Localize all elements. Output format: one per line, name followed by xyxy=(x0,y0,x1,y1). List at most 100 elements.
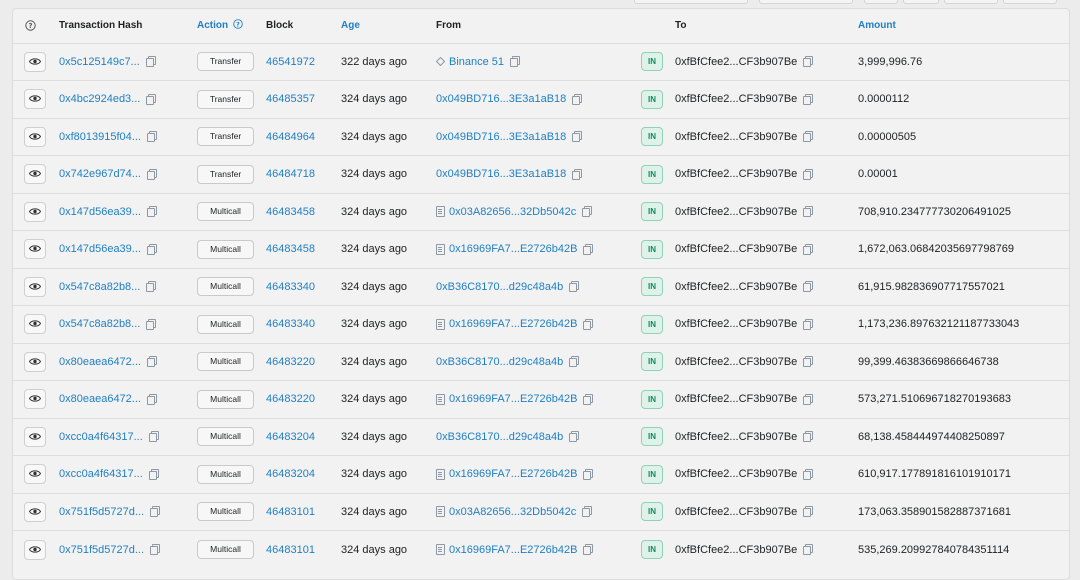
copy-icon[interactable] xyxy=(583,544,594,556)
question-circle-icon[interactable]: ? xyxy=(233,19,243,32)
copy-icon[interactable] xyxy=(148,468,159,480)
copy-icon[interactable] xyxy=(803,506,814,518)
to-address[interactable]: 0xfBfCfee2...CF3b907Be xyxy=(675,281,797,293)
block-link[interactable]: 46483204 xyxy=(266,468,315,480)
eye-icon[interactable] xyxy=(24,464,46,485)
copy-icon[interactable] xyxy=(582,206,593,218)
transaction-hash-link[interactable]: 0x751f5d5727d... xyxy=(59,506,144,518)
transaction-hash-link[interactable]: 0x147d56ea39... xyxy=(59,206,141,218)
transaction-hash-link[interactable]: 0xcc0a4f64317... xyxy=(59,431,143,443)
from-address-link[interactable]: 0x16969FA7...E2726b42B xyxy=(449,468,577,480)
copy-icon[interactable] xyxy=(150,544,161,556)
copy-icon[interactable] xyxy=(803,93,814,105)
to-address[interactable]: 0xfBfCfee2...CF3b907Be xyxy=(675,168,797,180)
from-address-link[interactable]: 0x03A82656...32Db5042c xyxy=(449,506,576,518)
copy-icon[interactable] xyxy=(146,93,157,105)
from-address-link[interactable]: 0xB36C8170...d29c48a4b xyxy=(436,281,563,293)
copy-icon[interactable] xyxy=(803,168,814,180)
copy-icon[interactable] xyxy=(583,243,594,255)
header-action-label[interactable]: Action xyxy=(197,20,228,31)
copy-icon[interactable] xyxy=(146,356,157,368)
from-address-link[interactable]: 0x16969FA7...E2726b42B xyxy=(449,318,577,330)
copy-icon[interactable] xyxy=(572,168,583,180)
copy-icon[interactable] xyxy=(146,243,157,255)
block-link[interactable]: 46483101 xyxy=(266,544,315,556)
from-address-link[interactable]: 0x049BD716...3E3a1aB18 xyxy=(436,168,566,180)
to-address[interactable]: 0xfBfCfee2...CF3b907Be xyxy=(675,356,797,368)
transaction-hash-link[interactable]: 0x742e967d74... xyxy=(59,168,141,180)
eye-icon[interactable] xyxy=(24,239,46,260)
from-address-link[interactable]: 0x16969FA7...E2726b42B xyxy=(449,393,577,405)
copy-icon[interactable] xyxy=(803,431,814,443)
copy-icon[interactable] xyxy=(803,206,814,218)
copy-icon[interactable] xyxy=(803,131,814,143)
eye-icon[interactable] xyxy=(24,426,46,447)
eye-icon[interactable] xyxy=(24,539,46,560)
block-link[interactable]: 46483458 xyxy=(266,243,315,255)
transaction-hash-link[interactable]: 0x147d56ea39... xyxy=(59,243,141,255)
eye-icon[interactable] xyxy=(24,51,46,72)
eye-icon[interactable] xyxy=(24,164,46,185)
eye-icon[interactable] xyxy=(24,389,46,410)
eye-icon[interactable] xyxy=(24,89,46,110)
copy-icon[interactable] xyxy=(583,468,594,480)
toolbar-control[interactable] xyxy=(944,0,998,4)
block-link[interactable]: 46483101 xyxy=(266,506,315,518)
copy-icon[interactable] xyxy=(146,206,157,218)
copy-icon[interactable] xyxy=(572,131,583,143)
copy-icon[interactable] xyxy=(146,318,157,330)
transaction-hash-link[interactable]: 0x547c8a82b8... xyxy=(59,318,140,330)
transaction-hash-link[interactable]: 0x751f5d5727d... xyxy=(59,544,144,556)
eye-icon[interactable] xyxy=(24,501,46,522)
eye-icon[interactable] xyxy=(24,126,46,147)
copy-icon[interactable] xyxy=(569,356,580,368)
copy-icon[interactable] xyxy=(803,281,814,293)
header-action[interactable]: Action ? xyxy=(197,9,266,43)
block-link[interactable]: 46483204 xyxy=(266,431,315,443)
copy-icon[interactable] xyxy=(510,56,521,68)
toolbar-control[interactable] xyxy=(634,0,748,4)
eye-icon[interactable] xyxy=(24,276,46,297)
toolbar-control[interactable] xyxy=(864,0,898,4)
copy-icon[interactable] xyxy=(583,318,594,330)
copy-icon[interactable] xyxy=(803,468,814,480)
to-address[interactable]: 0xfBfCfee2...CF3b907Be xyxy=(675,243,797,255)
from-address-link[interactable]: 0x03A82656...32Db5042c xyxy=(449,206,576,218)
transaction-hash-link[interactable]: 0x80eaea6472... xyxy=(59,356,141,368)
copy-icon[interactable] xyxy=(146,131,157,143)
header-age[interactable]: Age xyxy=(341,9,436,43)
transaction-hash-link[interactable]: 0x80eaea6472... xyxy=(59,393,141,405)
block-link[interactable]: 46484718 xyxy=(266,168,315,180)
copy-icon[interactable] xyxy=(803,393,814,405)
to-address[interactable]: 0xfBfCfee2...CF3b907Be xyxy=(675,393,797,405)
to-address[interactable]: 0xfBfCfee2...CF3b907Be xyxy=(675,131,797,143)
from-address-link[interactable]: 0x049BD716...3E3a1aB18 xyxy=(436,93,566,105)
transaction-hash-link[interactable]: 0xcc0a4f64317... xyxy=(59,468,143,480)
from-address-link[interactable]: 0xB36C8170...d29c48a4b xyxy=(436,356,563,368)
transaction-hash-link[interactable]: 0xf8013915f04... xyxy=(59,131,141,143)
to-address[interactable]: 0xfBfCfee2...CF3b907Be xyxy=(675,506,797,518)
question-circle-icon[interactable]: ? xyxy=(25,20,36,31)
toolbar-control[interactable] xyxy=(903,0,939,4)
copy-icon[interactable] xyxy=(150,506,161,518)
transaction-hash-link[interactable]: 0x547c8a82b8... xyxy=(59,281,140,293)
copy-icon[interactable] xyxy=(145,56,156,68)
block-link[interactable]: 46484964 xyxy=(266,131,315,143)
copy-icon[interactable] xyxy=(803,544,814,556)
copy-icon[interactable] xyxy=(583,393,594,405)
header-info[interactable]: ? xyxy=(13,9,59,43)
copy-icon[interactable] xyxy=(803,56,814,68)
eye-icon[interactable] xyxy=(24,351,46,372)
transaction-hash-link[interactable]: 0x4bc2924ed3... xyxy=(59,93,140,105)
copy-icon[interactable] xyxy=(803,243,814,255)
to-address[interactable]: 0xfBfCfee2...CF3b907Be xyxy=(675,468,797,480)
block-link[interactable]: 46485357 xyxy=(266,93,315,105)
to-address[interactable]: 0xfBfCfee2...CF3b907Be xyxy=(675,206,797,218)
copy-icon[interactable] xyxy=(146,168,157,180)
copy-icon[interactable] xyxy=(148,431,159,443)
from-address-link[interactable]: Binance 51 xyxy=(449,56,504,68)
to-address[interactable]: 0xfBfCfee2...CF3b907Be xyxy=(675,544,797,556)
copy-icon[interactable] xyxy=(569,431,580,443)
block-link[interactable]: 46541972 xyxy=(266,56,315,68)
copy-icon[interactable] xyxy=(569,281,580,293)
